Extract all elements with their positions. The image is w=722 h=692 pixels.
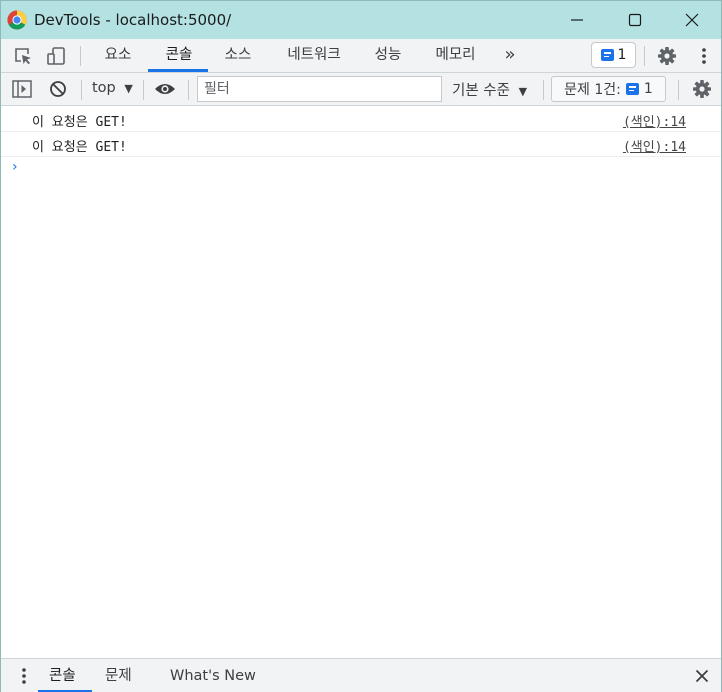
console-message: 이 요청은 GET! (색인):14: [1, 107, 721, 132]
clear-console-button[interactable]: [47, 78, 69, 100]
divider: [678, 80, 679, 100]
maximize-button[interactable]: [606, 1, 664, 39]
dropdown-arrow-icon: ▼: [518, 85, 528, 98]
divider: [80, 46, 81, 66]
divider: [644, 46, 645, 66]
kebab-menu-icon: [22, 668, 26, 684]
console-settings-button[interactable]: [691, 78, 713, 100]
devtools-window: DevTools - localhost:5000/ 요소 콘솔 소스 네트워크…: [0, 0, 722, 692]
issues-button[interactable]: 문제 1건: 1: [551, 76, 666, 102]
divider: [81, 80, 82, 100]
console-message: 이 요청은 GET! (색인):14: [1, 132, 721, 157]
tab-console[interactable]: 콘솔: [163, 39, 195, 72]
divider: [543, 80, 544, 100]
live-expression-button[interactable]: [153, 78, 177, 100]
title-bar: DevTools - localhost:5000/: [1, 1, 721, 39]
message-icon: [600, 49, 614, 61]
divider: [143, 80, 144, 100]
kebab-menu-icon: [702, 48, 706, 64]
window-title: DevTools - localhost:5000/: [34, 11, 232, 29]
console-prompt[interactable]: ›: [1, 157, 721, 181]
drawer-tab-bar: 콘솔 문제 What's New: [1, 658, 721, 692]
panel-tab-bar: 요소 콘솔 소스 네트워크 성능 메모리 » 1: [1, 39, 721, 73]
log-level-value: 기본 수준: [452, 83, 510, 99]
message-text: 이 요청은 GET!: [32, 115, 127, 130]
tab-elements[interactable]: 요소: [102, 39, 134, 72]
eye-icon: [155, 84, 175, 94]
prompt-chevron-icon: ›: [12, 159, 18, 175]
context-value: top: [92, 80, 116, 96]
message-icon: [625, 83, 639, 95]
drawer-tab-issues[interactable]: 문제: [105, 659, 132, 692]
filter-input[interactable]: [197, 76, 442, 102]
chrome-icon: [7, 10, 27, 30]
close-icon: [695, 669, 709, 683]
tab-network[interactable]: 네트워크: [283, 39, 345, 72]
settings-button[interactable]: [656, 45, 678, 67]
minimize-button[interactable]: [548, 1, 606, 39]
maximize-icon: [628, 13, 642, 27]
show-sidebar-button[interactable]: [11, 78, 33, 100]
drawer-menu-button[interactable]: [13, 665, 35, 687]
console-toolbar: top ▼ 기본 수준 ▼ 문제 1건: 1: [1, 73, 721, 106]
log-level-selector[interactable]: 기본 수준 ▼: [452, 79, 527, 100]
message-text: 이 요청은 GET!: [32, 140, 127, 155]
message-source-link[interactable]: (색인):14: [623, 111, 686, 130]
console-output[interactable]: 이 요청은 GET! (색인):14 이 요청은 GET! (색인):14 ›: [1, 107, 721, 657]
active-tab-indicator: [148, 69, 208, 72]
tab-performance[interactable]: 성능: [372, 39, 404, 72]
close-icon: [685, 13, 699, 27]
gear-icon: [658, 47, 676, 65]
inspect-cursor-icon: [15, 48, 31, 65]
issues-count: 1: [617, 47, 627, 63]
issues-count: 1: [643, 81, 653, 97]
sidebar-toggle-icon: [12, 80, 32, 98]
device-toggle-icon: [47, 47, 65, 65]
inspect-element-button[interactable]: [12, 45, 34, 67]
more-tabs-chevron-icon[interactable]: »: [499, 39, 521, 72]
dropdown-arrow-icon: ▼: [124, 82, 133, 95]
drawer-tab-console[interactable]: 콘솔: [49, 659, 76, 692]
device-toolbar-button[interactable]: [45, 45, 67, 67]
drawer-tab-whats-new[interactable]: What's New: [170, 659, 256, 692]
issues-counter-button[interactable]: 1: [591, 42, 636, 68]
issues-label: 문제 1건:: [564, 82, 621, 98]
block-icon: [50, 81, 66, 97]
message-source-link[interactable]: (색인):14: [623, 136, 686, 155]
tab-sources[interactable]: 소스: [222, 39, 254, 72]
close-window-button[interactable]: [663, 1, 721, 39]
minimize-icon: [571, 19, 583, 21]
divider: [188, 80, 189, 100]
close-drawer-button[interactable]: [691, 665, 713, 687]
context-selector[interactable]: top ▼: [92, 80, 133, 96]
tab-memory[interactable]: 메모리: [432, 39, 479, 72]
more-options-button[interactable]: [693, 45, 715, 67]
gear-icon: [693, 80, 711, 98]
